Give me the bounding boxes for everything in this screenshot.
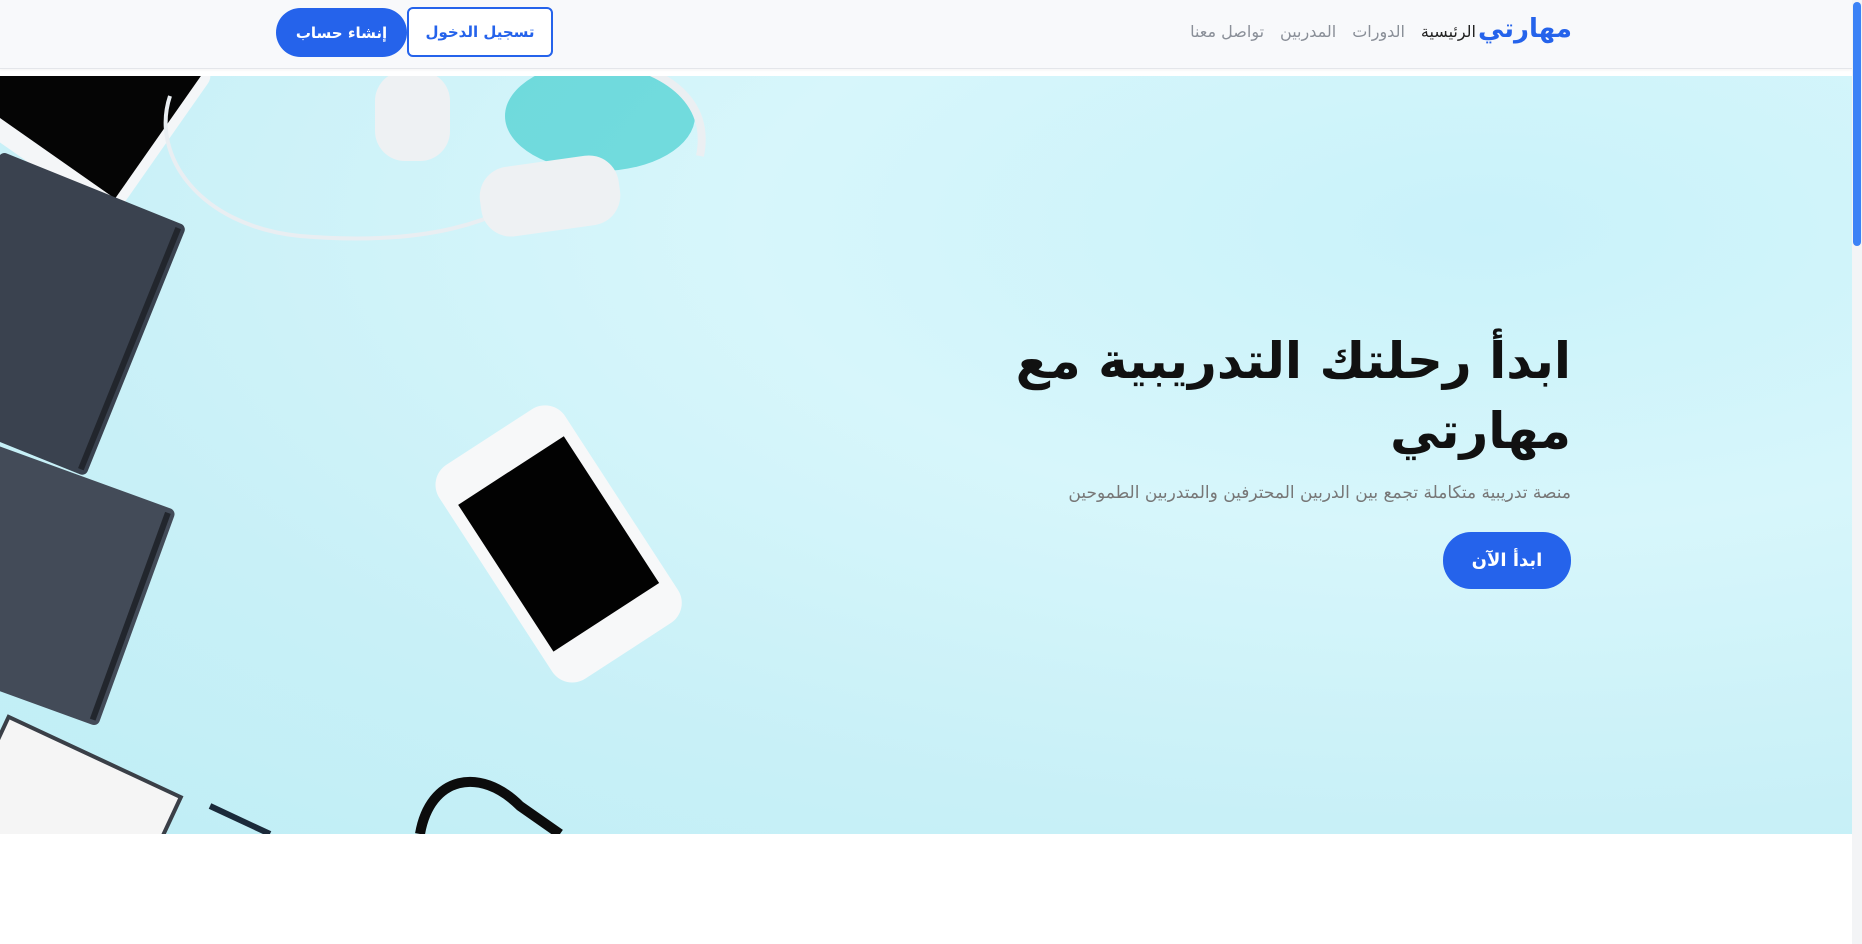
glasses-image	[415, 776, 563, 834]
notebook-image-1	[0, 153, 185, 475]
hero-title: ابدأ رحلتك التدريبية مع مهارتي	[1015, 332, 1571, 460]
notebook-image-2	[0, 440, 175, 726]
hero-subtitle: منصة تدريبية متكاملة تجمع بين الدربين ال…	[1068, 483, 1571, 503]
paper-image	[0, 714, 184, 834]
hero-section: ابدأ رحلتك التدريبية مع مهارتي منصة تدري…	[0, 76, 1852, 834]
headphones-image	[163, 76, 706, 241]
scrollbar-thumb[interactable]	[1853, 2, 1861, 246]
pen-image	[208, 803, 272, 834]
nav-link-home[interactable]: الرئيسية	[1421, 22, 1476, 41]
page: مهارتي الرئيسية الدورات المدربين تواصل م…	[0, 0, 1852, 944]
page-scrollbar[interactable]	[1852, 0, 1862, 944]
desk-illustration	[0, 76, 706, 834]
phone-image	[435, 405, 682, 683]
nav-link-contact[interactable]: تواصل معنا	[1190, 22, 1264, 41]
nav-link-courses[interactable]: الدورات	[1352, 22, 1405, 41]
top-navbar: مهارتي الرئيسية الدورات المدربين تواصل م…	[0, 0, 1852, 69]
nav-links: الرئيسية الدورات المدربين تواصل معنا	[1190, 22, 1476, 41]
brand-logo[interactable]: مهارتي	[1478, 14, 1572, 44]
login-button[interactable]: تسجيل الدخول	[407, 7, 553, 57]
signup-button[interactable]: إنشاء حساب	[276, 8, 407, 57]
nav-link-trainers[interactable]: المدربين	[1280, 22, 1336, 41]
start-now-button[interactable]: ابدأ الآن	[1443, 532, 1571, 589]
